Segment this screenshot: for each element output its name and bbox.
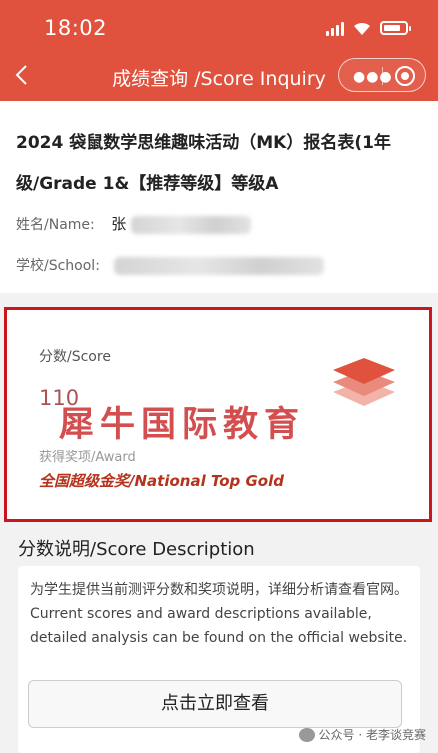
- app-header: 18:02 成绩查询 /Score Inquiry ●●●: [0, 0, 438, 101]
- capsule-divider: [382, 67, 383, 85]
- award-value: 全国超级金奖/National Top Gold: [39, 472, 284, 490]
- school-redacted: [114, 257, 325, 275]
- name-row: 姓名/Name: 张: [16, 213, 251, 234]
- record-close-icon[interactable]: [395, 66, 415, 86]
- footer-watermark: 公众号 · 老李谈竞赛: [298, 726, 426, 743]
- battery-icon: [380, 21, 411, 35]
- name-redacted: [130, 216, 251, 234]
- registration-info-card: 2024 袋鼠数学思维趣味活动（MK）报名表(1年级/Grade 1&【推荐等级…: [0, 101, 438, 293]
- description-text: 为学生提供当前测评分数和奖项说明，详细分析请查看官网。Current score…: [30, 582, 408, 646]
- award-label: 获得奖项/Award: [39, 450, 136, 465]
- school-row: 学校/School:: [16, 255, 325, 275]
- school-label: 学校/School:: [16, 258, 100, 274]
- score-card: 分数/Score 110 犀牛国际教育 获得奖项/Award 全国超级金奖/Na…: [4, 307, 432, 522]
- mini-program-capsule[interactable]: ●●●: [338, 58, 426, 92]
- nav-bar: 成绩查询 /Score Inquiry ●●●: [0, 58, 438, 94]
- name-label: 姓名/Name:: [16, 217, 95, 233]
- wifi-icon: [354, 22, 370, 35]
- watermark-text: 犀牛国际教育: [59, 405, 306, 445]
- name-value: 张: [111, 215, 127, 233]
- description-heading: 分数说明/Score Description: [18, 539, 255, 560]
- layers-logo-icon: [333, 358, 395, 406]
- status-icons: [326, 20, 411, 36]
- view-now-button[interactable]: 点击立即查看: [28, 680, 402, 728]
- status-bar: 18:02: [0, 14, 438, 44]
- description-card: 为学生提供当前测评分数和奖项说明，详细分析请查看官网。Current score…: [18, 566, 420, 753]
- footer-text: 公众号 · 老李谈竞赛: [318, 728, 426, 742]
- wechat-icon: [298, 727, 315, 742]
- signal-icon: [326, 20, 344, 36]
- score-label: 分数/Score: [39, 349, 111, 365]
- status-time: 18:02: [44, 16, 108, 40]
- activity-title: 2024 袋鼠数学思维趣味活动（MK）报名表(1年级/Grade 1&【推荐等级…: [16, 133, 391, 194]
- more-dots-icon[interactable]: ●●●: [353, 69, 393, 85]
